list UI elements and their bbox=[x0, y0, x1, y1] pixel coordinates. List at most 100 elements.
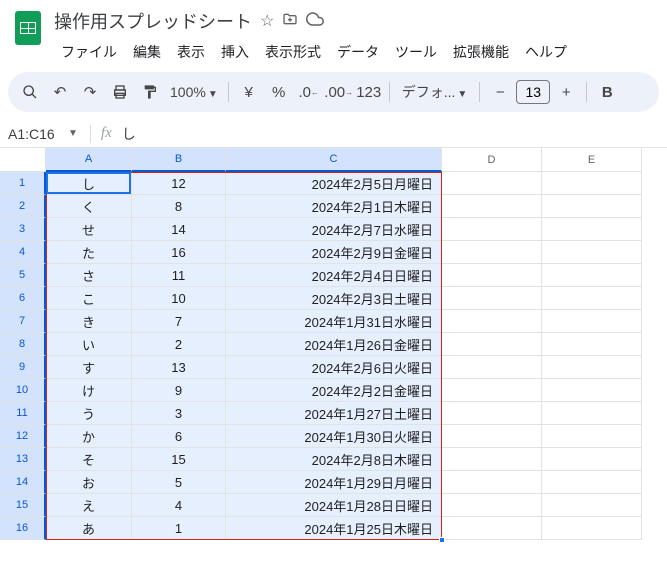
row-header[interactable]: 13 bbox=[0, 448, 46, 471]
percent-icon[interactable]: % bbox=[265, 78, 293, 106]
cell[interactable]: 2024年2月8日木曜日 bbox=[226, 448, 442, 471]
cell[interactable]: 2024年1月27日土曜日 bbox=[226, 402, 442, 425]
cell[interactable]: 2024年1月26日金曜日 bbox=[226, 333, 442, 356]
cell[interactable] bbox=[442, 448, 542, 471]
row-header[interactable]: 6 bbox=[0, 287, 46, 310]
cell[interactable]: 2024年2月3日土曜日 bbox=[226, 287, 442, 310]
cell[interactable]: 14 bbox=[132, 218, 226, 241]
cell[interactable]: い bbox=[46, 333, 132, 356]
cell[interactable] bbox=[442, 471, 542, 494]
cell[interactable]: 2024年1月30日火曜日 bbox=[226, 425, 442, 448]
cell[interactable]: 2024年1月25日木曜日 bbox=[226, 517, 442, 540]
cell[interactable] bbox=[442, 310, 542, 333]
cell[interactable] bbox=[542, 241, 642, 264]
cell[interactable]: 10 bbox=[132, 287, 226, 310]
cell[interactable] bbox=[542, 471, 642, 494]
cell[interactable] bbox=[542, 379, 642, 402]
spreadsheet-grid[interactable]: ABCDE 1し122024年2月5日月曜日2く82024年2月1日木曜日3せ1… bbox=[0, 148, 667, 540]
cell[interactable] bbox=[542, 172, 642, 195]
cell[interactable] bbox=[442, 195, 542, 218]
cell[interactable]: す bbox=[46, 356, 132, 379]
menu-insert[interactable]: 挿入 bbox=[214, 38, 256, 66]
row-header[interactable]: 12 bbox=[0, 425, 46, 448]
row-header[interactable]: 8 bbox=[0, 333, 46, 356]
currency-yen-icon[interactable]: ¥ bbox=[235, 78, 263, 106]
cell[interactable] bbox=[442, 517, 542, 540]
cell[interactable] bbox=[442, 333, 542, 356]
cell[interactable]: こ bbox=[46, 287, 132, 310]
col-header-D[interactable]: D bbox=[442, 148, 542, 172]
menu-data[interactable]: データ bbox=[330, 38, 386, 66]
cell[interactable] bbox=[442, 494, 542, 517]
row-header[interactable]: 10 bbox=[0, 379, 46, 402]
cell[interactable]: か bbox=[46, 425, 132, 448]
cell[interactable]: う bbox=[46, 402, 132, 425]
menu-file[interactable]: ファイル bbox=[54, 38, 124, 66]
undo-icon[interactable]: ↶ bbox=[46, 78, 74, 106]
cell[interactable]: 2024年2月4日日曜日 bbox=[226, 264, 442, 287]
row-header[interactable]: 3 bbox=[0, 218, 46, 241]
cell[interactable] bbox=[542, 402, 642, 425]
col-header-C[interactable]: C bbox=[226, 148, 442, 172]
bold-button[interactable]: B bbox=[593, 78, 621, 106]
cell[interactable] bbox=[442, 264, 542, 287]
select-all-corner[interactable] bbox=[0, 148, 46, 172]
cell[interactable]: 2 bbox=[132, 333, 226, 356]
cloud-icon[interactable] bbox=[306, 10, 324, 33]
more-formats-icon[interactable]: 123 bbox=[355, 78, 383, 106]
cell[interactable] bbox=[442, 402, 542, 425]
cell[interactable] bbox=[542, 448, 642, 471]
cell[interactable]: せ bbox=[46, 218, 132, 241]
cell[interactable] bbox=[542, 517, 642, 540]
menu-view[interactable]: 表示 bbox=[170, 38, 212, 66]
cell[interactable]: あ bbox=[46, 517, 132, 540]
cell[interactable]: 2024年2月5日月曜日 bbox=[226, 172, 442, 195]
cell[interactable]: 7 bbox=[132, 310, 226, 333]
cell[interactable]: く bbox=[46, 195, 132, 218]
cell[interactable] bbox=[442, 287, 542, 310]
cell[interactable] bbox=[442, 356, 542, 379]
paint-format-icon[interactable] bbox=[136, 78, 164, 106]
cell[interactable] bbox=[442, 241, 542, 264]
cell[interactable]: 11 bbox=[132, 264, 226, 287]
redo-icon[interactable]: ↷ bbox=[76, 78, 104, 106]
increase-decimal-icon[interactable]: .00→ bbox=[325, 78, 353, 106]
col-header-E[interactable]: E bbox=[542, 148, 642, 172]
cell[interactable]: お bbox=[46, 471, 132, 494]
menu-help[interactable]: ヘルプ bbox=[518, 38, 574, 66]
font-size-input[interactable]: 13 bbox=[516, 80, 550, 104]
cell[interactable]: 2024年2月2日金曜日 bbox=[226, 379, 442, 402]
col-header-B[interactable]: B bbox=[132, 148, 226, 172]
cell[interactable]: 2024年1月29日月曜日 bbox=[226, 471, 442, 494]
cell[interactable]: 16 bbox=[132, 241, 226, 264]
star-icon[interactable]: ☆ bbox=[260, 11, 274, 31]
zoom-select[interactable]: 100%▼ bbox=[166, 84, 222, 100]
cell[interactable]: 5 bbox=[132, 471, 226, 494]
cell[interactable] bbox=[542, 287, 642, 310]
cell[interactable]: 13 bbox=[132, 356, 226, 379]
selection-handle[interactable] bbox=[439, 537, 445, 543]
cell[interactable]: さ bbox=[46, 264, 132, 287]
cell[interactable]: 12 bbox=[132, 172, 226, 195]
font-size-plus[interactable]: + bbox=[552, 78, 580, 106]
namebox-dropdown-icon[interactable]: ▼ bbox=[68, 128, 78, 139]
cell[interactable] bbox=[542, 333, 642, 356]
cell[interactable]: 3 bbox=[132, 402, 226, 425]
cell[interactable] bbox=[542, 356, 642, 379]
row-header[interactable]: 5 bbox=[0, 264, 46, 287]
cell[interactable]: 2024年2月1日木曜日 bbox=[226, 195, 442, 218]
menu-tools[interactable]: ツール bbox=[388, 38, 444, 66]
cell[interactable]: 2024年1月28日日曜日 bbox=[226, 494, 442, 517]
cell[interactable] bbox=[442, 172, 542, 195]
cell[interactable] bbox=[442, 379, 542, 402]
cell[interactable]: け bbox=[46, 379, 132, 402]
font-size-minus[interactable]: − bbox=[486, 78, 514, 106]
doc-title[interactable]: 操作用スプレッドシート bbox=[54, 8, 252, 34]
cell[interactable]: 15 bbox=[132, 448, 226, 471]
row-header[interactable]: 11 bbox=[0, 402, 46, 425]
cell[interactable]: 1 bbox=[132, 517, 226, 540]
row-header[interactable]: 14 bbox=[0, 471, 46, 494]
decrease-decimal-icon[interactable]: .0← bbox=[295, 78, 323, 106]
font-select[interactable]: デフォ...▼ bbox=[396, 82, 474, 102]
cell[interactable]: 8 bbox=[132, 195, 226, 218]
